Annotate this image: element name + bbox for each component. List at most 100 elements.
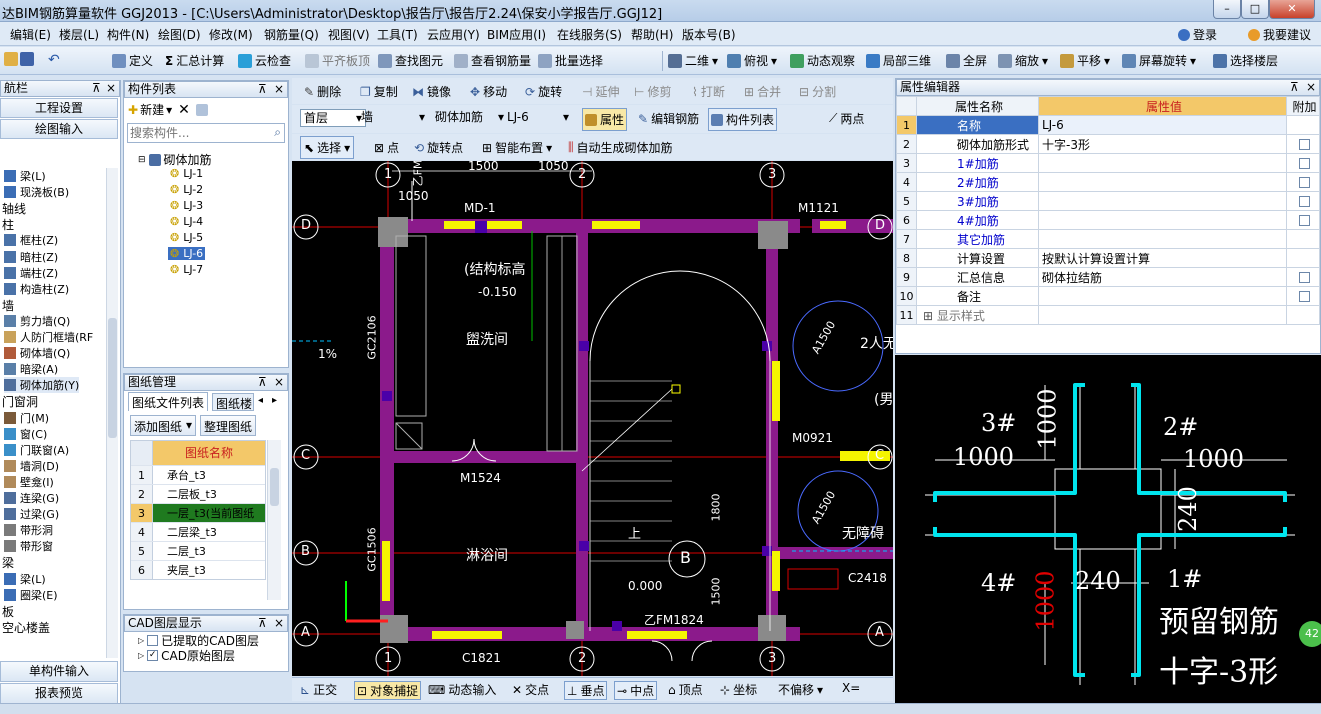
menu-rebar[interactable]: 钢筋量(Q) xyxy=(264,26,319,43)
drawing-scrollbar[interactable] xyxy=(267,440,281,600)
properties-button[interactable]: 属性 xyxy=(582,108,628,131)
nav-item[interactable]: 门(M) xyxy=(4,410,49,426)
close-icon[interactable]: × xyxy=(1306,80,1316,95)
intersection-snap[interactable]: ✕ 交点 xyxy=(512,681,549,698)
dynamic-observe-button[interactable]: 动态观察 xyxy=(790,52,855,69)
summary-calc-button[interactable]: Σ 汇总计算 xyxy=(165,52,224,69)
menu-view[interactable]: 视图(V) xyxy=(328,26,370,43)
pin-icon[interactable]: ⊼ xyxy=(1290,80,1299,95)
property-row[interactable]: 4 2#加筋 xyxy=(896,172,1320,192)
copy-button[interactable]: ❐ 复制 xyxy=(360,83,398,100)
delete-icon[interactable]: ✕ xyxy=(178,102,190,118)
additional-checkbox[interactable] xyxy=(1299,177,1310,188)
search-icon[interactable]: ⌕ xyxy=(274,125,281,140)
nav-group[interactable]: 板 xyxy=(2,603,14,620)
menu-online[interactable]: 在线服务(S) xyxy=(557,26,622,43)
collapse-icon[interactable]: ⊟ xyxy=(138,155,146,165)
property-value-cell[interactable] xyxy=(1038,305,1287,325)
add-drawing-button[interactable]: 添加图纸 ▾ xyxy=(130,415,197,436)
nav-item[interactable]: 窗(C) xyxy=(4,426,47,442)
drawing-scroll-thumb[interactable] xyxy=(270,468,279,506)
original-layer-checkbox[interactable]: ✓ xyxy=(147,650,159,661)
drawing-input-button[interactable]: 绘图输入 xyxy=(0,119,118,139)
menu-edit[interactable]: 编辑(E) xyxy=(10,26,51,43)
menu-help[interactable]: 帮助(H) xyxy=(631,26,673,43)
midpoint-snap[interactable]: ⊸ 中点 xyxy=(614,681,658,700)
object-snap-toggle[interactable]: ⊡ 对象捕捉 xyxy=(354,681,422,700)
property-row[interactable]: 11 ⊞ 显示样式 xyxy=(896,305,1320,325)
search-input[interactable] xyxy=(128,124,262,142)
dynamic-input-toggle[interactable]: ⌨ 动态输入 xyxy=(428,681,496,698)
project-settings-button[interactable]: 工程设置 xyxy=(0,98,118,118)
nav-item[interactable]: 壁龛(I) xyxy=(4,474,54,490)
tab-scroll-right[interactable]: ▸ xyxy=(272,395,277,406)
flush-slab-button[interactable]: 平齐板顶 xyxy=(305,52,370,69)
ortho-toggle[interactable]: ⊾ 正交 xyxy=(300,681,337,698)
property-row[interactable]: 2 砌体加筋形式 十字-3形 xyxy=(896,134,1320,154)
nav-item[interactable]: 剪力墙(Q) xyxy=(4,313,70,329)
define-button[interactable]: 定义 xyxy=(112,52,153,69)
close-icon[interactable]: × xyxy=(274,375,284,390)
property-value-cell[interactable] xyxy=(1038,153,1287,173)
select-button[interactable]: ⬉ 选择 ▾ xyxy=(300,136,355,159)
two-point-button[interactable]: ⟋ 两点 xyxy=(829,110,864,127)
component-item[interactable]: ❂ LJ-4 xyxy=(168,215,205,228)
report-preview-button[interactable]: 报表预览 xyxy=(0,683,118,704)
zoom-dropdown[interactable]: 缩放 ▾ xyxy=(998,52,1048,69)
component-select[interactable]: LJ-6 ▾ xyxy=(504,109,572,127)
table-row[interactable]: 6 夹层_t3 xyxy=(131,560,265,579)
tree-root[interactable]: ⊟ 砌体加筋 xyxy=(138,151,212,168)
screen-rotate-dropdown[interactable]: 屏幕旋转 ▾ xyxy=(1122,52,1196,69)
edit-rebar-button[interactable]: ✎ 编辑钢筋 xyxy=(638,110,699,127)
suggest-link[interactable]: 我要建议 xyxy=(1248,26,1311,43)
table-row[interactable]: 1 承台_t3 xyxy=(131,465,265,484)
additional-checkbox[interactable] xyxy=(1299,272,1310,283)
nav-item[interactable]: 带形窗 xyxy=(4,538,53,554)
rotate-button[interactable]: ⟳ 旋转 xyxy=(525,83,562,100)
expand-icon[interactable]: ⊞ xyxy=(923,309,937,323)
layer-original[interactable]: ▷ ✓ CAD原始图层 xyxy=(138,647,235,664)
new-button[interactable]: ✚ 新建 ▾ xyxy=(128,101,172,118)
nav-item[interactable]: 墙洞(D) xyxy=(4,458,59,474)
open-button[interactable] xyxy=(4,52,18,66)
floor-select[interactable]: 首层 ▾ xyxy=(300,109,366,127)
point-button[interactable]: ⊠ 点 xyxy=(374,139,399,156)
additional-checkbox[interactable] xyxy=(1299,215,1310,226)
break-button[interactable]: ⌇ 打断 xyxy=(692,83,725,100)
subtype-select[interactable]: 砌体加筋 ▾ xyxy=(432,109,504,127)
menu-modify[interactable]: 修改(M) xyxy=(209,26,253,43)
nav-scroll-thumb[interactable] xyxy=(108,318,117,438)
delete-button[interactable]: ✎ 删除 xyxy=(304,83,341,100)
nav-item[interactable]: 带形洞 xyxy=(4,522,53,538)
batch-select-button[interactable]: 批量选择 xyxy=(538,52,603,69)
nav-item[interactable]: 砌体加筋(Y) xyxy=(4,377,80,394)
table-row[interactable]: 5 二层_t3 xyxy=(131,541,265,560)
minimize-button[interactable]: – xyxy=(1213,0,1241,19)
tab-drawing-files[interactable]: 图纸文件列表 xyxy=(128,392,209,411)
menu-draw[interactable]: 绘图(D) xyxy=(158,26,201,43)
property-value-cell[interactable]: 十字-3形 xyxy=(1038,134,1287,154)
nav-item[interactable]: 砌体墙(Q) xyxy=(4,345,70,361)
fullscreen-button[interactable]: 全屏 xyxy=(946,52,987,69)
nav-item[interactable]: 现浇板(B) xyxy=(4,184,69,200)
property-value-cell[interactable] xyxy=(1038,191,1287,211)
maximize-button[interactable]: □ xyxy=(1241,0,1269,19)
property-value-cell[interactable] xyxy=(1038,229,1287,249)
select-floor-button[interactable]: 选择楼层 xyxy=(1213,52,1278,69)
close-icon[interactable]: × xyxy=(274,616,284,631)
property-row[interactable]: 10 备注 xyxy=(896,286,1320,306)
save-button[interactable] xyxy=(20,52,34,66)
nav-item[interactable]: 人防门框墙(RF xyxy=(4,329,93,345)
menu-floor[interactable]: 楼层(L) xyxy=(59,26,99,43)
additional-checkbox[interactable] xyxy=(1299,158,1310,169)
nav-item[interactable]: 过梁(G) xyxy=(4,506,59,522)
find-element-button[interactable]: 查找图元 xyxy=(378,52,443,69)
property-value-cell[interactable]: 按默认计算设置计算 xyxy=(1038,248,1287,268)
nav-group[interactable]: 墙 xyxy=(2,297,14,314)
property-row[interactable]: 5 3#加筋 xyxy=(896,191,1320,211)
drawing-canvas[interactable]: 1 2 3 1 2 3 D C B A D C A 1500 1050 1050… xyxy=(292,161,893,676)
close-icon[interactable]: × xyxy=(274,82,284,97)
menu-tools[interactable]: 工具(T) xyxy=(377,26,418,43)
additional-checkbox[interactable] xyxy=(1299,291,1310,302)
tab-scroll-left[interactable]: ◂ xyxy=(258,395,263,406)
